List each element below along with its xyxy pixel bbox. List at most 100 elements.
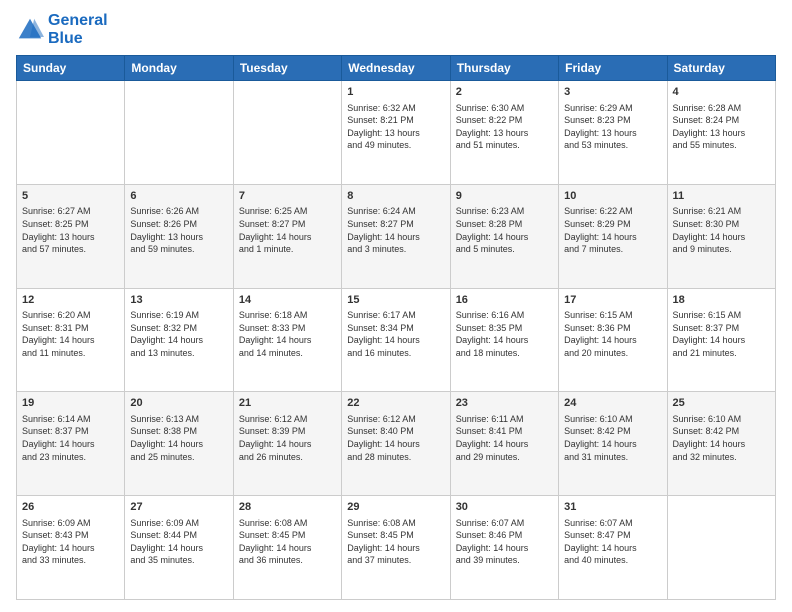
calendar-cell: 14Sunrise: 6:18 AM Sunset: 8:33 PM Dayli… [233, 288, 341, 392]
calendar-cell: 21 Sunrise: 6:12 AM Sunset: 8:39 PM Dayli… [233, 392, 341, 496]
day-content: Sunrise: 6:14 AM Sunset: 8:37 PM Dayligh… [22, 413, 119, 463]
calendar-cell: 22 Sunrise: 6:12 AM Sunset: 8:40 PM Dayli… [342, 392, 450, 496]
calendar-cell: 9Sunrise: 6:23 AM Sunset: 8:28 PM Daylig… [450, 184, 558, 288]
calendar-cell: 19 Sunrise: 6:14 AM Sunset: 8:37 PM Dayli… [17, 392, 125, 496]
day-number: 24 [564, 396, 661, 411]
calendar-cell: 30 Sunrise: 6:07 AM Sunset: 8:46 PM Dayli… [450, 496, 558, 600]
day-content: Sunrise: 6:10 AM Sunset: 8:42 PM Dayligh… [564, 413, 661, 463]
page: General Blue SundayMondayTuesdayWednesda… [0, 0, 792, 612]
calendar-cell [667, 496, 775, 600]
calendar-cell: 6Sunrise: 6:26 AM Sunset: 8:26 PM Daylig… [125, 184, 233, 288]
day-content: Sunrise: 6:29 AM Sunset: 8:23 PM Dayligh… [564, 102, 661, 152]
day-content: Sunrise: 6:27 AM Sunset: 8:25 PM Dayligh… [22, 205, 119, 255]
day-number: 19 [22, 396, 119, 411]
calendar-cell: 12Sunrise: 6:20 AM Sunset: 8:31 PM Dayli… [17, 288, 125, 392]
calendar-cell: 16Sunrise: 6:16 AM Sunset: 8:35 PM Dayli… [450, 288, 558, 392]
day-number: 11 [673, 189, 770, 204]
day-number: 30 [456, 500, 553, 515]
calendar-cell: 10Sunrise: 6:22 AM Sunset: 8:29 PM Dayli… [559, 184, 667, 288]
calendar-cell: 24 Sunrise: 6:10 AM Sunset: 8:42 PM Dayli… [559, 392, 667, 496]
day-content: Sunrise: 6:16 AM Sunset: 8:35 PM Dayligh… [456, 309, 553, 359]
day-number: 14 [239, 293, 336, 308]
day-content: Sunrise: 6:15 AM Sunset: 8:37 PM Dayligh… [673, 309, 770, 359]
day-number: 23 [456, 396, 553, 411]
day-content: Sunrise: 6:32 AM Sunset: 8:21 PM Dayligh… [347, 102, 444, 152]
calendar-cell [17, 81, 125, 185]
day-number: 20 [130, 396, 227, 411]
day-number: 9 [456, 189, 553, 204]
day-number: 22 [347, 396, 444, 411]
logo: General Blue [16, 12, 108, 47]
day-content: Sunrise: 6:17 AM Sunset: 8:34 PM Dayligh… [347, 309, 444, 359]
col-header-monday: Monday [125, 56, 233, 81]
day-content: Sunrise: 6:12 AM Sunset: 8:40 PM Dayligh… [347, 413, 444, 463]
calendar-cell: 26 Sunrise: 6:09 AM Sunset: 8:43 PM Dayli… [17, 496, 125, 600]
day-number: 29 [347, 500, 444, 515]
day-content: Sunrise: 6:07 AM Sunset: 8:46 PM Dayligh… [456, 517, 553, 567]
calendar-cell: 28 Sunrise: 6:08 AM Sunset: 8:45 PM Dayli… [233, 496, 341, 600]
day-content: Sunrise: 6:09 AM Sunset: 8:44 PM Dayligh… [130, 517, 227, 567]
day-content: Sunrise: 6:07 AM Sunset: 8:47 PM Dayligh… [564, 517, 661, 567]
col-header-wednesday: Wednesday [342, 56, 450, 81]
day-number: 17 [564, 293, 661, 308]
day-content: Sunrise: 6:26 AM Sunset: 8:26 PM Dayligh… [130, 205, 227, 255]
calendar-cell: 23 Sunrise: 6:11 AM Sunset: 8:41 PM Dayli… [450, 392, 558, 496]
day-number: 25 [673, 396, 770, 411]
day-content: Sunrise: 6:28 AM Sunset: 8:24 PM Dayligh… [673, 102, 770, 152]
calendar-cell: 4 Sunrise: 6:28 AM Sunset: 8:24 PM Daylig… [667, 81, 775, 185]
day-number: 31 [564, 500, 661, 515]
calendar-cell: 1Sunrise: 6:32 AM Sunset: 8:21 PM Daylig… [342, 81, 450, 185]
header: General Blue [16, 12, 776, 47]
day-number: 4 [673, 85, 770, 100]
calendar-cell: 29 Sunrise: 6:08 AM Sunset: 8:45 PM Dayli… [342, 496, 450, 600]
calendar-cell: 18Sunrise: 6:15 AM Sunset: 8:37 PM Dayli… [667, 288, 775, 392]
calendar-cell: 7Sunrise: 6:25 AM Sunset: 8:27 PM Daylig… [233, 184, 341, 288]
calendar-cell: 31 Sunrise: 6:07 AM Sunset: 8:47 PM Dayli… [559, 496, 667, 600]
day-content: Sunrise: 6:09 AM Sunset: 8:43 PM Dayligh… [22, 517, 119, 567]
day-content: Sunrise: 6:18 AM Sunset: 8:33 PM Dayligh… [239, 309, 336, 359]
logo-text-general: General [48, 12, 108, 30]
day-number: 10 [564, 189, 661, 204]
day-number: 28 [239, 500, 336, 515]
day-number: 2 [456, 85, 553, 100]
calendar-table: SundayMondayTuesdayWednesdayThursdayFrid… [16, 55, 776, 600]
calendar-cell: 13Sunrise: 6:19 AM Sunset: 8:32 PM Dayli… [125, 288, 233, 392]
day-content: Sunrise: 6:15 AM Sunset: 8:36 PM Dayligh… [564, 309, 661, 359]
calendar-cell: 11Sunrise: 6:21 AM Sunset: 8:30 PM Dayli… [667, 184, 775, 288]
day-content: Sunrise: 6:20 AM Sunset: 8:31 PM Dayligh… [22, 309, 119, 359]
day-number: 21 [239, 396, 336, 411]
logo-text-blue: Blue [48, 30, 108, 48]
col-header-friday: Friday [559, 56, 667, 81]
day-number: 26 [22, 500, 119, 515]
day-content: Sunrise: 6:19 AM Sunset: 8:32 PM Dayligh… [130, 309, 227, 359]
day-content: Sunrise: 6:13 AM Sunset: 8:38 PM Dayligh… [130, 413, 227, 463]
calendar-cell: 3 Sunrise: 6:29 AM Sunset: 8:23 PM Daylig… [559, 81, 667, 185]
day-number: 8 [347, 189, 444, 204]
day-content: Sunrise: 6:08 AM Sunset: 8:45 PM Dayligh… [239, 517, 336, 567]
day-content: Sunrise: 6:24 AM Sunset: 8:27 PM Dayligh… [347, 205, 444, 255]
day-content: Sunrise: 6:10 AM Sunset: 8:42 PM Dayligh… [673, 413, 770, 463]
day-number: 27 [130, 500, 227, 515]
day-number: 13 [130, 293, 227, 308]
day-content: Sunrise: 6:22 AM Sunset: 8:29 PM Dayligh… [564, 205, 661, 255]
col-header-tuesday: Tuesday [233, 56, 341, 81]
col-header-sunday: Sunday [17, 56, 125, 81]
day-number: 3 [564, 85, 661, 100]
day-content: Sunrise: 6:30 AM Sunset: 8:22 PM Dayligh… [456, 102, 553, 152]
day-number: 6 [130, 189, 227, 204]
calendar-cell: 20 Sunrise: 6:13 AM Sunset: 8:38 PM Dayli… [125, 392, 233, 496]
day-number: 7 [239, 189, 336, 204]
day-number: 12 [22, 293, 119, 308]
day-content: Sunrise: 6:21 AM Sunset: 8:30 PM Dayligh… [673, 205, 770, 255]
calendar-cell [125, 81, 233, 185]
day-content: Sunrise: 6:12 AM Sunset: 8:39 PM Dayligh… [239, 413, 336, 463]
day-content: Sunrise: 6:08 AM Sunset: 8:45 PM Dayligh… [347, 517, 444, 567]
calendar-cell: 5Sunrise: 6:27 AM Sunset: 8:25 PM Daylig… [17, 184, 125, 288]
logo-icon [16, 16, 44, 44]
calendar-cell: 15Sunrise: 6:17 AM Sunset: 8:34 PM Dayli… [342, 288, 450, 392]
day-number: 15 [347, 293, 444, 308]
day-number: 5 [22, 189, 119, 204]
day-content: Sunrise: 6:11 AM Sunset: 8:41 PM Dayligh… [456, 413, 553, 463]
calendar-cell: 8Sunrise: 6:24 AM Sunset: 8:27 PM Daylig… [342, 184, 450, 288]
day-number: 18 [673, 293, 770, 308]
